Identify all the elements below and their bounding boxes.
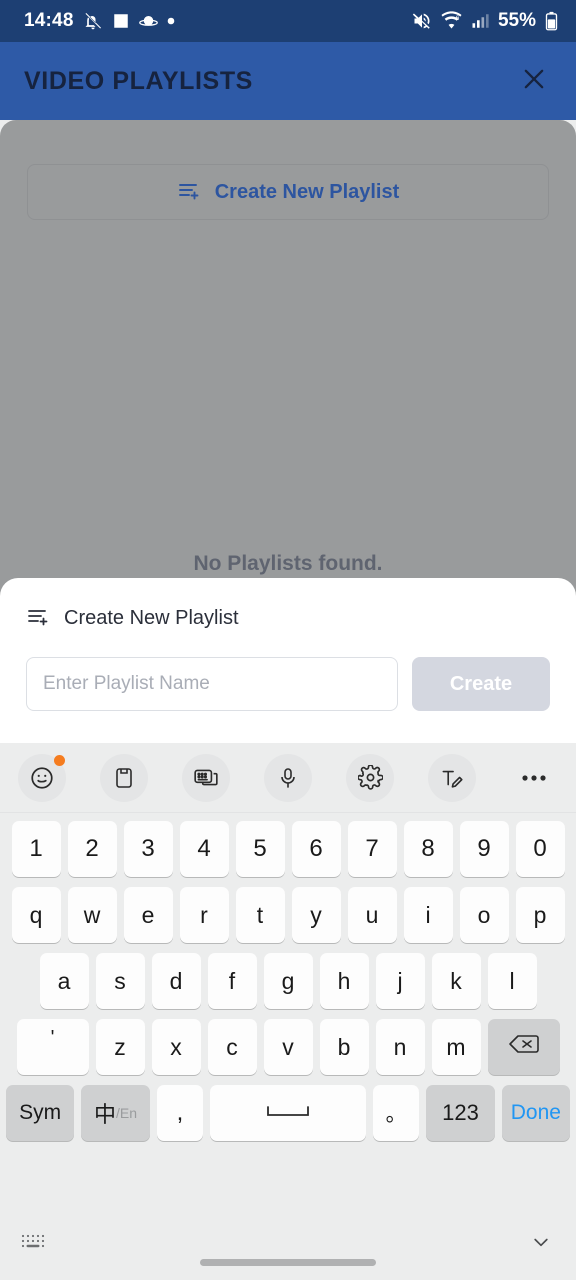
battery-icon: [545, 11, 558, 31]
language-main-label: 中: [93, 1102, 116, 1127]
create-button[interactable]: Create: [412, 657, 550, 711]
key-o[interactable]: o: [459, 887, 509, 943]
key-ideographic-period[interactable]: 。: [372, 1085, 420, 1141]
key-v[interactable]: v: [263, 1019, 313, 1075]
more-options-icon[interactable]: [510, 754, 558, 802]
key-n[interactable]: n: [375, 1019, 425, 1075]
keyboard-row-q: q w e r t y u i o p: [6, 887, 570, 943]
key-d[interactable]: d: [151, 953, 201, 1009]
key-k[interactable]: k: [431, 953, 481, 1009]
key-c[interactable]: c: [207, 1019, 257, 1075]
close-icon: [520, 65, 548, 98]
status-time: 14:48: [24, 10, 74, 31]
keyboard-row-a: a s d f g h j k l: [6, 953, 570, 1009]
key-8[interactable]: 8: [403, 821, 453, 877]
create-playlist-sheet: Create New Playlist Create: [0, 578, 576, 743]
wifi-6-icon: 6: [441, 11, 462, 31]
keyboard-toolbar: [0, 743, 576, 813]
key-9[interactable]: 9: [459, 821, 509, 877]
microphone-icon[interactable]: [264, 753, 312, 802]
done-key[interactable]: Done: [501, 1085, 570, 1141]
key-7[interactable]: 7: [347, 821, 397, 877]
numeric-key[interactable]: 123: [426, 1085, 495, 1141]
page-title: VIDEO PLAYLISTS: [24, 66, 253, 95]
sheet-heading-row: Create New Playlist: [26, 604, 550, 633]
key-x[interactable]: x: [151, 1019, 201, 1075]
key-4[interactable]: 4: [179, 821, 229, 877]
sheet-input-row: Create: [26, 657, 550, 711]
key-h[interactable]: h: [319, 953, 369, 1009]
space-key[interactable]: [210, 1085, 366, 1141]
key-m[interactable]: m: [431, 1019, 481, 1075]
emoji-icon[interactable]: [18, 753, 66, 802]
key-s[interactable]: s: [95, 953, 145, 1009]
create-new-playlist-button[interactable]: Create New Playlist: [27, 164, 549, 220]
dot-icon: [167, 17, 175, 25]
space-bar-icon: [264, 1100, 312, 1127]
keyboard-layout-icon[interactable]: [20, 1231, 50, 1258]
empty-state-message: No Playlists found.: [193, 552, 383, 575]
symbols-key[interactable]: Sym: [6, 1085, 75, 1141]
status-bar-left: 14:48: [24, 10, 175, 32]
svg-text:6: 6: [456, 15, 460, 22]
emoji-badge-dot: [54, 754, 65, 766]
key-apostrophe[interactable]: ': [16, 1019, 89, 1075]
key-0[interactable]: 0: [515, 821, 565, 877]
keyboard-number-row: 1 2 3 4 5 6 7 8 9 0: [6, 821, 570, 877]
close-button[interactable]: [514, 61, 554, 101]
key-2[interactable]: 2: [67, 821, 117, 877]
handwriting-icon[interactable]: [428, 753, 476, 802]
image-icon: [112, 12, 130, 30]
key-1[interactable]: 1: [11, 821, 61, 877]
key-g[interactable]: g: [263, 953, 313, 1009]
battery-percent: 55%: [497, 10, 536, 31]
key-t[interactable]: t: [235, 887, 285, 943]
gear-icon[interactable]: [346, 753, 394, 802]
key-r[interactable]: r: [179, 887, 229, 943]
backspace-key[interactable]: [487, 1019, 560, 1075]
key-a[interactable]: a: [39, 953, 89, 1009]
mute-bell-icon: [83, 11, 103, 31]
planet-icon: [138, 12, 158, 31]
key-5[interactable]: 5: [235, 821, 285, 877]
key-e[interactable]: e: [123, 887, 173, 943]
backspace-icon: [508, 1032, 540, 1062]
key-z[interactable]: z: [95, 1019, 145, 1075]
sheet-heading-label: Create New Playlist: [64, 607, 239, 629]
home-indicator: [200, 1259, 376, 1266]
software-keyboard: 1 2 3 4 5 6 7 8 9 0 q w e r t y u i o p …: [0, 743, 576, 1280]
key-comma[interactable]: ,: [156, 1085, 204, 1141]
playlist-name-input[interactable]: [26, 657, 398, 711]
clipboard-icon[interactable]: [100, 753, 148, 802]
keyboard-switch-icon[interactable]: [182, 753, 230, 802]
playlist-add-icon: [177, 178, 201, 207]
playlist-add-icon: [26, 604, 50, 633]
key-l[interactable]: l: [487, 953, 537, 1009]
key-f[interactable]: f: [207, 953, 257, 1009]
chevron-down-icon[interactable]: [526, 1232, 556, 1257]
key-p[interactable]: p: [515, 887, 565, 943]
key-u[interactable]: u: [347, 887, 397, 943]
status-bar: 14:48 6 55%: [0, 0, 576, 42]
app-bar: VIDEO PLAYLISTS: [0, 42, 576, 120]
phone-screen: 14:48 6 55% VIDEO PLAYLISTS Create New P…: [0, 0, 576, 1280]
language-sub-label: /En: [116, 1105, 138, 1121]
language-toggle-key[interactable]: 中/En: [81, 1085, 150, 1141]
status-bar-right: 6 55%: [412, 10, 558, 32]
key-w[interactable]: w: [67, 887, 117, 943]
keyboard-rows: 1 2 3 4 5 6 7 8 9 0 q w e r t y u i o p …: [0, 813, 576, 1141]
key-6[interactable]: 6: [291, 821, 341, 877]
key-b[interactable]: b: [319, 1019, 369, 1075]
keyboard-row-z: ' z x c v b n m: [6, 1019, 570, 1075]
key-q[interactable]: q: [11, 887, 61, 943]
key-j[interactable]: j: [375, 953, 425, 1009]
keyboard-bottom-bar: [0, 1208, 576, 1280]
create-new-playlist-label: Create New Playlist: [214, 180, 400, 203]
key-3[interactable]: 3: [123, 821, 173, 877]
key-y[interactable]: y: [291, 887, 341, 943]
cellular-signal-icon: [471, 12, 489, 30]
keyboard-function-row: Sym 中/En , 。 123 Done: [6, 1085, 570, 1141]
volume-mute-icon: [412, 11, 432, 31]
key-i[interactable]: i: [403, 887, 453, 943]
